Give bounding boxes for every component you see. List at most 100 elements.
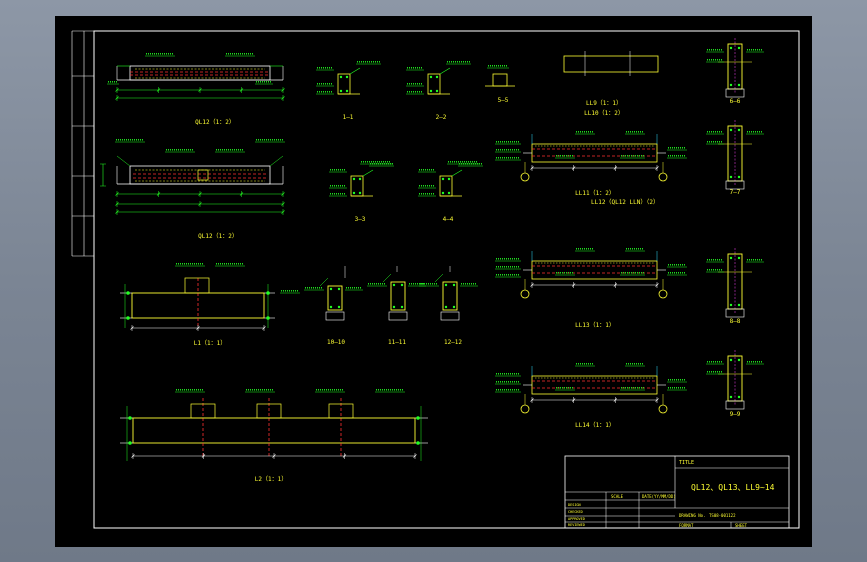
row-reviewed: REVIEWED [568,523,585,527]
beam-title-ll11: LL11（1：2） [575,190,615,197]
section-label-1: 1—1 [343,114,354,121]
cad-stroke [729,358,733,362]
cad-stroke [329,287,333,291]
row-approved: APPROVED [568,517,585,521]
cad-stroke [434,273,444,283]
cad-stroke [658,172,668,182]
cad-stroke [362,169,374,177]
format-label: FORMAT [679,523,694,528]
cad-stroke [400,305,404,309]
cad-stroke [658,404,668,414]
title-block-header: TITLE [679,460,694,466]
cad-stroke [416,416,420,420]
cad-stroke [352,177,356,181]
cad-stroke [452,283,456,287]
beam-title-ql12-a: QL12（1：2） [195,119,235,126]
cad-stroke [737,395,741,399]
cad-stroke [737,175,741,179]
cad-stroke [435,89,439,93]
cad-stroke [737,83,741,87]
section-label-8: 8—8 [730,318,741,325]
section-label-2: 2—2 [436,114,447,121]
cad-stroke [400,283,404,287]
beam-title-l1: L1（1：1） [194,340,226,347]
cad-stroke [520,172,530,182]
section-label-5: 5—5 [498,97,509,104]
cad-stroke [729,83,733,87]
cad-stroke [737,303,741,307]
row-design: DESIGN [568,503,581,507]
cad-stroke [440,311,460,321]
cad-stroke [435,75,439,79]
binding-strip [71,30,94,257]
cad-stroke [392,283,396,287]
cad-stroke [442,281,458,311]
beam-title-ll9: LL9（1：1） [586,100,622,107]
cad-stroke [737,256,741,260]
cad-stroke [350,175,364,197]
sheet-border [93,30,800,529]
section-label-3: 3—3 [355,216,366,223]
cad-stroke [520,289,530,299]
section-label-10: 10—10 [327,339,345,346]
cad-stroke [339,89,343,93]
l2-outline [132,417,416,444]
cad-stroke [345,89,349,93]
scale-label: SCALE [611,494,624,499]
cad-stroke [729,175,733,179]
cad-stroke [737,46,741,50]
cad-stroke [439,67,451,75]
cad-stroke [349,67,361,75]
cad-stroke [729,128,733,132]
cad-stroke [444,305,448,309]
ql12-b-opening [197,169,209,181]
cad-stroke [392,305,396,309]
cad-stroke [658,289,668,299]
cad-stroke [358,191,362,195]
section-label-6: 6—6 [730,98,741,105]
cad-stroke [447,177,451,181]
date-label: DATE(YY/MM/DD) [642,494,676,499]
drawing-canvas: 1—1 2—2 5—5 3—3 4—4 6—6 7—7 8—8 9—9 10—1… [71,30,800,529]
title-block: TITLE QL12、QL13、LL9~14 SCALE DATE(YY/MM/… [564,455,790,529]
beam-title-ll13: LL13（1：1） [575,322,615,329]
drawing-no-label: DRAWING No. [679,513,706,518]
cad-stroke [339,75,343,79]
beam-title-ll12: LL12（QL12 LLN）（2） [591,199,659,206]
cad-stroke [337,305,341,309]
cad-stroke [319,277,329,287]
cad-stroke [345,75,349,79]
section-label-12: 12—12 [444,339,462,346]
cad-stroke [729,46,733,50]
cad-stroke [329,305,333,309]
cad-stroke [520,404,530,414]
cad-stroke [382,273,392,283]
ll9-outline [563,55,659,73]
drawing-no: TS08-001122 [709,513,736,518]
cad-stroke [492,73,508,87]
cad-stroke [269,155,284,167]
cad-stroke [729,256,733,260]
section-label-7: 7—7 [730,189,741,196]
cad-stroke [390,281,406,311]
cad-stroke [737,128,741,132]
cad-stroke [729,395,733,399]
cad-stroke [388,311,408,321]
ll13-outline [531,260,658,280]
drawing-title: QL12、QL13、LL9~14 [691,483,775,492]
cad-stroke [128,416,132,420]
ll11-outline [531,143,658,163]
sheet-label: SHEET [735,523,748,528]
cad-stroke [337,73,351,95]
cad-stroke [451,169,463,177]
cad-stroke [452,305,456,309]
cad-stroke [325,311,345,321]
cad-stroke [427,73,441,95]
cad-stroke [184,277,210,294]
cad-stroke [729,303,733,307]
cad-viewport[interactable]: 1—1 2—2 5—5 3—3 4—4 6—6 7—7 8—8 9—9 10—1… [55,16,812,547]
cad-stroke [416,441,420,445]
cad-stroke [352,191,356,195]
cad-stroke [126,316,130,320]
cad-stroke [429,75,433,79]
